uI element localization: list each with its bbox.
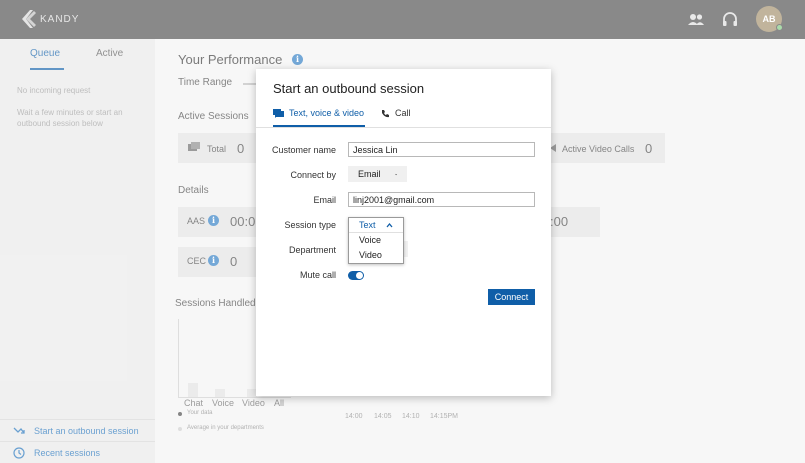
chat-icon: [273, 109, 284, 118]
department-label: Department: [288, 245, 336, 255]
tab-text-voice-video[interactable]: Text, voice & video: [273, 108, 364, 118]
session-type-label: Session type: [284, 220, 336, 230]
tab-divider: [256, 127, 551, 128]
connect-button[interactable]: Connect: [488, 289, 535, 305]
mute-call-label: Mute call: [299, 270, 336, 280]
tab-call-label: Call: [395, 108, 411, 118]
chevron-down-icon: [394, 173, 397, 175]
email-label: Email: [313, 195, 336, 205]
session-type-option-video[interactable]: Video: [349, 248, 403, 263]
connect-by-value: Email: [358, 169, 381, 179]
tab-call[interactable]: Call: [381, 108, 411, 118]
mute-call-toggle[interactable]: [348, 271, 364, 280]
toggle-knob: [356, 272, 363, 279]
email-field[interactable]: linj2001@gmail.com: [348, 192, 535, 207]
outbound-session-dialog: Start an outbound session Text, voice & …: [256, 69, 551, 396]
customer-name-field[interactable]: Jessica Lin: [348, 142, 535, 157]
session-type-selected[interactable]: Text: [349, 218, 403, 233]
session-type-selected-label: Text: [359, 220, 376, 230]
phone-icon: [382, 109, 389, 117]
connect-by-select[interactable]: Email: [348, 166, 407, 182]
session-type-dropdown[interactable]: Text Voice Video: [348, 217, 404, 264]
session-type-option-voice[interactable]: Voice: [349, 233, 403, 248]
dialog-title: Start an outbound session: [273, 81, 425, 96]
chevron-up-icon: [386, 222, 393, 227]
customer-name-label: Customer name: [271, 145, 336, 155]
connect-by-label: Connect by: [290, 170, 336, 180]
tab-text-voice-video-label: Text, voice & video: [289, 108, 365, 118]
